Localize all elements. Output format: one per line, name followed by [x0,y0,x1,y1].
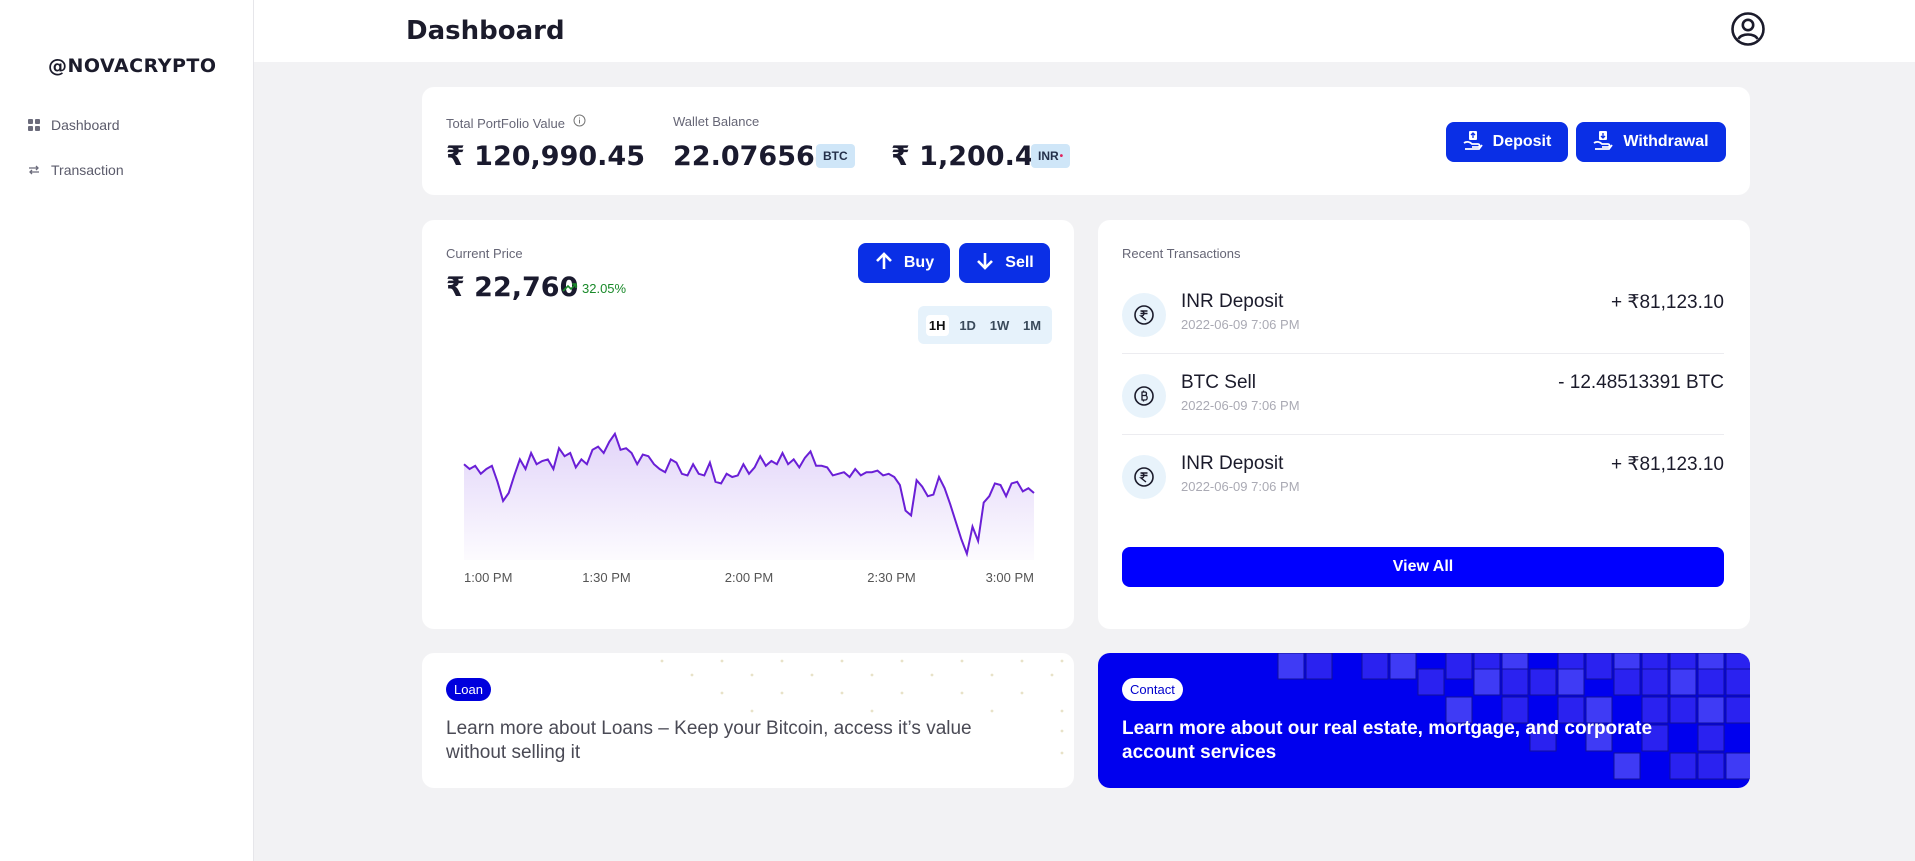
sidebar-item-dashboard[interactable]: Dashboard [27,117,120,133]
contact-promo-card[interactable]: Contact Learn more about our real estate… [1098,653,1750,788]
grid-icon [27,118,41,132]
withdrawal-icon [1593,129,1614,156]
transaction-name: BTC Sell [1181,372,1256,393]
deposit-label: Deposit [1492,133,1552,150]
recent-transactions-card: Recent Transactions INR Deposit 2022-06-… [1098,220,1750,629]
transaction-amount: + ₹81,123.10 [1611,454,1724,475]
transaction-amount: - 12.48513391 BTC [1558,372,1724,393]
price-chart-card: Current Price ₹ 22,760 32.05% Buy Sell 1… [422,220,1074,629]
total-portfolio-value: ₹ 120,990.45 [446,141,645,172]
contact-promo-text: Learn more about our real estate, mortga… [1122,718,1653,763]
sidebar-item-transaction[interactable]: Transaction [27,162,124,178]
transaction-date: 2022-06-09 7:06 PM [1181,317,1300,332]
info-icon[interactable] [573,114,586,132]
swap-arrows-icon [27,163,41,177]
sidebar: @NOVACRYPTO Dashboard Transaction [0,0,254,861]
rupee-icon [1122,293,1166,337]
x-tick-label: 3:00 PM [986,570,1034,585]
sidebar-item-label: Transaction [51,162,124,178]
price-chart: 1:00 PM 1:30 PM 2:00 PM 2:30 PM 3:00 PM [463,431,1035,585]
inr-badge: INR • [1031,144,1071,168]
x-tick-label: 2:30 PM [867,570,915,585]
user-circle-icon[interactable] [1730,11,1766,47]
deposit-icon [1463,129,1483,156]
divider [1122,353,1724,354]
wallet-balance-label: Wallet Balance [673,114,760,129]
recent-transactions-title: Recent Transactions [1122,246,1241,261]
transaction-date: 2022-06-09 7:06 PM [1181,398,1300,413]
total-portfolio-label: Total PortFolio Value [446,114,586,132]
transaction-name: INR Deposit [1181,453,1284,474]
transaction-amount: + ₹81,123.10 [1611,292,1724,313]
page-title: Dashboard [406,16,565,46]
portfolio-card: Total PortFolio Value ₹ 120,990.45 Walle… [422,87,1750,195]
divider [1122,434,1724,435]
loan-tag[interactable]: Loan [446,678,491,701]
deposit-button[interactable]: Deposit [1446,122,1568,162]
transaction-name: INR Deposit [1181,291,1284,312]
transaction-row[interactable]: BTC Sell 2022-06-09 7:06 PM - 12.4851339… [1122,362,1724,442]
btc-balance: 22.076564 [673,141,834,172]
brand-logo: @NOVACRYPTO [48,55,217,77]
x-tick-label: 2:00 PM [725,570,773,585]
bitcoin-icon [1122,374,1166,418]
inr-balance: ₹ 1,200.45 [891,141,1053,172]
x-tick-label: 1:30 PM [582,570,630,585]
transaction-date: 2022-06-09 7:06 PM [1181,479,1300,494]
loan-promo-card[interactable]: Loan Learn more about Loans – Keep your … [422,653,1074,788]
view-all-button[interactable]: View All [1122,547,1724,587]
withdrawal-button[interactable]: Withdrawal [1576,122,1726,162]
rupee-icon [1122,455,1166,499]
transaction-row[interactable]: INR Deposit 2022-06-09 7:06 PM + ₹81,123… [1122,443,1724,523]
withdrawal-label: Withdrawal [1623,133,1709,150]
btc-badge: BTC [816,144,855,168]
loan-promo-text: Learn more about Loans – Keep your Bitco… [446,718,972,763]
transaction-row[interactable]: INR Deposit 2022-06-09 7:06 PM + ₹81,123… [1122,281,1724,361]
x-tick-label: 1:00 PM [464,570,512,585]
contact-tag[interactable]: Contact [1122,678,1183,701]
sidebar-item-label: Dashboard [51,117,120,133]
